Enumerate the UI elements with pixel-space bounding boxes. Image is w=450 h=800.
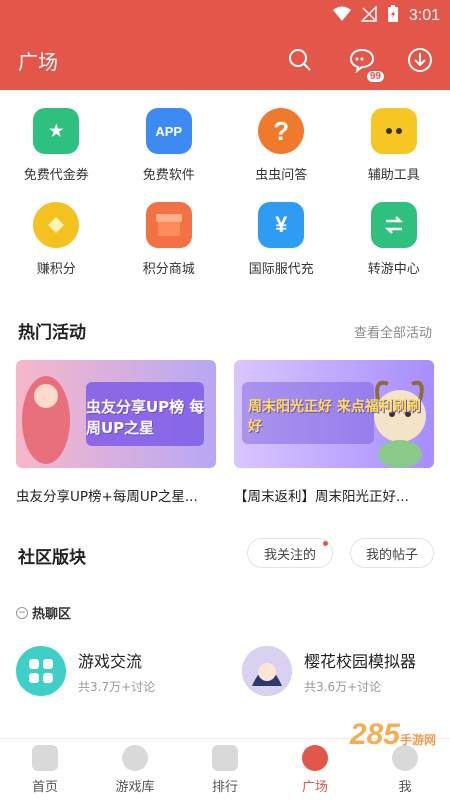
tab-home[interactable]: 首页 [0, 739, 90, 800]
grid-item-qa[interactable]: ? 虫虫问答 [225, 108, 338, 202]
top-bar: 3:01 广场 99 [0, 0, 450, 90]
coupon-icon: ★ [33, 108, 80, 154]
hot-chat-label: − 热聊区 [16, 603, 71, 622]
activity-banner-1[interactable]: 虫友分享UP榜 每周UP之星 [16, 360, 216, 468]
banner-2-title[interactable]: 【周末返利】周末阳光正好... [234, 485, 439, 505]
tab-ranking[interactable]: 排行 [180, 739, 270, 800]
download-button[interactable] [404, 44, 436, 76]
question-icon: ? [258, 108, 305, 154]
grid-item-tools[interactable]: 辅助工具 [338, 108, 450, 202]
banner-2-art-text: 周末阳光正好 来点福利刷刷好 [248, 399, 421, 435]
message-button[interactable]: 99 [346, 44, 384, 82]
minus-circle-icon: − [16, 606, 28, 619]
battery-icon [387, 5, 399, 27]
robot-icon [370, 108, 417, 154]
shop-icon [145, 202, 192, 248]
view-all-activities-link[interactable]: 查看全部活动 [354, 322, 432, 341]
home-icon [32, 745, 58, 771]
grid-item-recharge[interactable]: ¥ 国际服代充 [225, 202, 338, 296]
coin-icon [33, 202, 80, 248]
wifi-icon [332, 6, 351, 26]
grid-item-points-mall[interactable]: 积分商城 [113, 202, 226, 296]
grid-item-transfer[interactable]: 转游中心 [338, 202, 450, 296]
anime-girl-avatar [242, 646, 292, 696]
forum-game-chat[interactable]: 游戏交流 共3.7万+讨论 [16, 646, 155, 696]
chat-icon [349, 48, 375, 73]
wallet-icon: ¥ [258, 202, 305, 248]
tab-game-library[interactable]: 游戏库 [90, 739, 180, 800]
quick-entry-grid: ★ 免费代金券 APP 免费软件 ? 虫虫问答 辅助工具 赚积分 积分商城 ¥ … [0, 108, 450, 296]
status-bar: 3:01 [332, 4, 440, 28]
download-icon [408, 48, 432, 72]
transfer-icon [370, 202, 417, 248]
hot-activities-title: 热门活动 [18, 323, 86, 343]
grid-item-free-apps[interactable]: APP 免费软件 [113, 108, 226, 202]
grid-item-earn-points[interactable]: 赚积分 [0, 202, 113, 296]
app-icon: APP [145, 108, 192, 154]
star-badge-icon [212, 745, 238, 771]
activity-banner-2[interactable]: 周末阳光正好 来点福利刷刷好 [234, 360, 434, 468]
clock: 3:01 [408, 7, 440, 24]
square-icon [302, 745, 328, 771]
search-button[interactable] [284, 44, 316, 76]
following-dot [323, 541, 328, 546]
site-watermark-logo: 285手游网 [349, 718, 436, 751]
forum-sakura-school[interactable]: 樱花校园模拟器 共3.6万+讨论 [242, 646, 416, 696]
banner-1-title[interactable]: 虫友分享UP榜+每周UP之星... [16, 485, 221, 505]
grid-item-coupon[interactable]: ★ 免费代金券 [0, 108, 113, 202]
search-icon [289, 49, 311, 71]
page-title: 广场 [18, 50, 58, 74]
my-posts-button[interactable]: 我的帖子 [350, 538, 434, 568]
gamepad-icon [122, 745, 148, 771]
signal-icon [360, 5, 377, 26]
my-following-button[interactable]: 我关注的 [247, 538, 333, 568]
message-badge: 99 [366, 71, 384, 82]
banner-1-art-text: 虫友分享UP榜 每周UP之星 [86, 398, 205, 437]
tab-square[interactable]: 广场 [270, 739, 360, 800]
community-title: 社区版块 [18, 548, 86, 568]
grid-avatar-icon [16, 646, 66, 696]
